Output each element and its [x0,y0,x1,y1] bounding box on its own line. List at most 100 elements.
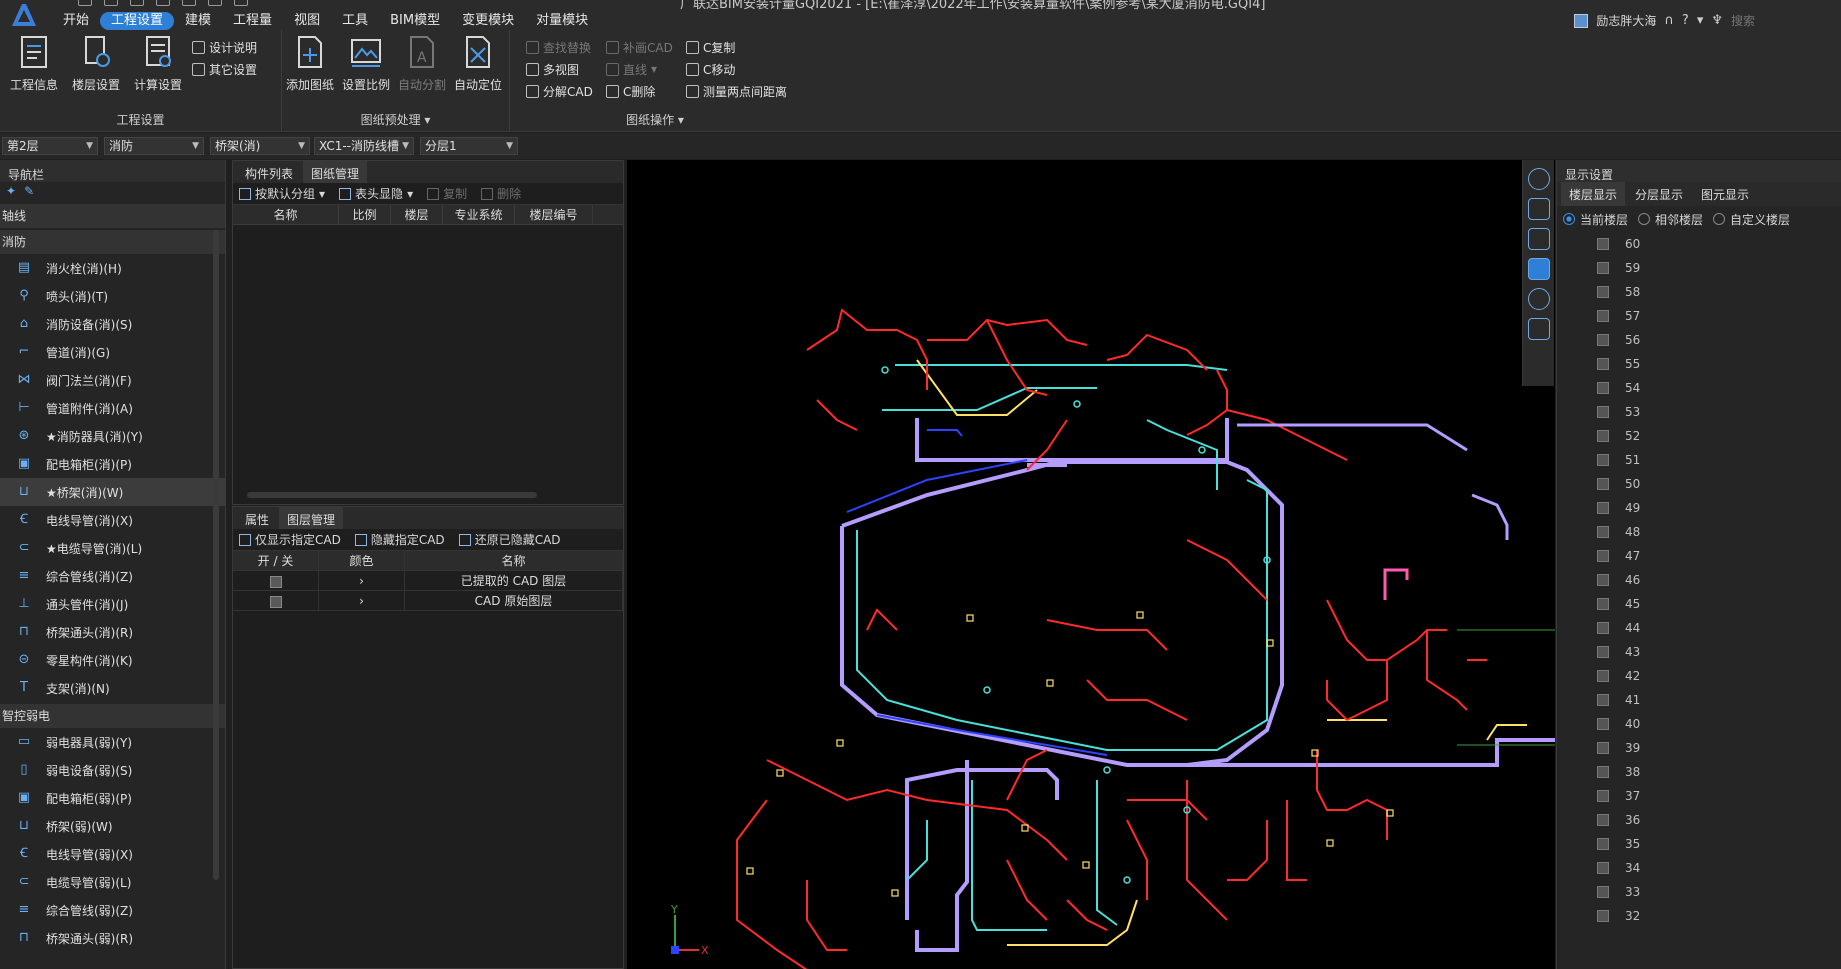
floor-row[interactable]: 53 [1597,400,1841,424]
display-radio[interactable]: 相邻楼层 [1638,211,1703,228]
nav-item[interactable]: ≡ 综合管线(消)(Z) [0,562,225,590]
floor-row[interactable]: 49 [1597,496,1841,520]
floor-row[interactable]: 46 [1597,568,1841,592]
column-header[interactable]: 专业系统 [443,205,515,224]
column-header[interactable]: 名称 [233,205,339,224]
floor-checkbox[interactable] [1597,766,1609,778]
floor-row[interactable]: 51 [1597,448,1841,472]
restore-cad-button[interactable]: 还原已隐藏CAD [458,531,561,548]
nav-item[interactable]: ▣ 配电箱柜(消)(P) [0,450,225,478]
undo-icon[interactable] [156,0,170,6]
floor-checkbox[interactable] [1597,454,1609,466]
menu-tab[interactable]: BIM模型 [379,12,451,30]
shirt-icon[interactable]: ♆ [1711,13,1723,28]
menu-tab[interactable]: 工具 [331,12,379,30]
nav-item[interactable]: ⊓ 桥架通头(弱)(R) [0,924,225,952]
cad-canvas[interactable]: B A 1 2 3000 3000 Y X [627,160,1555,969]
new-file-icon[interactable] [78,0,92,6]
export-icon[interactable] [234,0,248,6]
tab-layer-panel[interactable]: 图层管理 [279,507,344,529]
project-info-button[interactable]: 工程信息 [6,34,62,93]
column-header[interactable]: 颜色 [319,551,405,570]
floor-row[interactable]: 48 [1597,520,1841,544]
floor-row[interactable]: 47 [1597,544,1841,568]
floor-checkbox[interactable] [1597,430,1609,442]
patch-cad-button[interactable]: 补画CAD [606,38,673,56]
layer-visibility-checkbox[interactable] [269,575,282,588]
nav-item[interactable]: ▭ 弱电器具(弱)(Y) [0,728,225,756]
decompose-cad-button[interactable]: 分解CAD [526,82,593,100]
redo-icon[interactable] [182,0,196,6]
rotate-icon[interactable] [1527,288,1550,310]
floor-settings-button[interactable]: 楼层设置 [68,34,124,93]
floor-checkbox[interactable] [1597,358,1609,370]
tab-component-list[interactable]: 构件列表 [237,161,301,183]
help-icon[interactable]: ? [1682,13,1689,28]
floor-row[interactable]: 43 [1597,640,1841,664]
floor-select[interactable]: 第2层 ▼ [2,137,98,155]
nav-item[interactable]: Ꞓ 电线导管(消)(X) [0,506,225,534]
save-icon[interactable] [130,0,144,6]
nav-item[interactable]: Ꞓ 电线导管(弱)(X) [0,840,225,868]
floor-row[interactable]: 41 [1597,688,1841,712]
floor-row[interactable]: 38 [1597,760,1841,784]
nav-category[interactable]: 消防 [0,230,225,254]
report-icon[interactable] [1527,318,1550,340]
column-header[interactable]: 楼层 [391,205,443,224]
column-header[interactable]: 开 / 关 [233,551,319,570]
c-copy-button[interactable]: C复制 [686,38,735,56]
headset-icon[interactable]: ∩ [1664,13,1674,28]
floor-row[interactable]: 57 [1597,304,1841,328]
column-header[interactable]: 名称 [405,551,623,570]
horizontal-scrollbar[interactable] [247,492,537,498]
tab-display[interactable]: 图元显示 [1693,182,1757,206]
edit-icon[interactable]: ✎ [24,184,34,200]
column-header[interactable]: 比例 [339,205,391,224]
design-notes-button[interactable]: 设计说明 [192,38,257,56]
menu-tab[interactable]: 工程设置 [100,12,175,30]
layer-row[interactable]: › CAD 原始图层 [233,591,623,611]
nav-item[interactable]: ⊂ 电缆导管(弱)(L) [0,868,225,896]
floor-checkbox[interactable] [1597,670,1609,682]
nav-item[interactable]: ⋈ 阀门法兰(消)(F) [0,366,225,394]
tab-display[interactable]: 楼层显示 [1561,182,1626,206]
top-view-icon[interactable] [1527,228,1550,250]
header-toggle-button[interactable]: 表头显隐 ▾ [339,185,413,202]
floor-row[interactable]: 37 [1597,784,1841,808]
floor-row[interactable]: 39 [1597,736,1841,760]
group-by-button[interactable]: 按默认分组 ▾ [239,185,325,202]
floor-checkbox[interactable] [1597,790,1609,802]
floor-row[interactable]: 32 [1597,904,1841,928]
add-drawing-button[interactable]: 添加图纸 [282,34,338,93]
display-radio[interactable]: 当前楼层 [1563,211,1628,228]
menu-tab[interactable]: 变更模块 [451,12,525,30]
floor-checkbox[interactable] [1597,718,1609,730]
floor-row[interactable]: 45 [1597,592,1841,616]
pin-icon[interactable]: ✦ [6,184,16,200]
floor-checkbox[interactable] [1597,478,1609,490]
floor-checkbox[interactable] [1597,262,1609,274]
nav-item[interactable]: ⌐ 管道(消)(G) [0,338,225,366]
nav-item[interactable]: ▯ 弱电设备(弱)(S) [0,756,225,784]
floor-checkbox[interactable] [1597,622,1609,634]
nav-item[interactable]: ⊝ 零星构件(消)(K) [0,646,225,674]
straight-line-button[interactable]: 直线 ▾ [606,60,657,78]
avatar[interactable] [1574,13,1589,28]
floor-row[interactable]: 40 [1597,712,1841,736]
orbit-icon[interactable] [1527,168,1550,190]
nav-item[interactable]: ⊔ 桥架(弱)(W) [0,812,225,840]
floor-checkbox[interactable] [1597,502,1609,514]
nav-item[interactable]: ▣ 配电箱柜(弱)(P) [0,784,225,812]
open-file-icon[interactable] [104,0,118,6]
floor-row[interactable]: 44 [1597,616,1841,640]
other-settings-button[interactable]: 其它设置 [192,60,257,78]
display-radio[interactable]: 自定义楼层 [1713,211,1790,228]
nav-item[interactable]: ⚲ 喷头(消)(T) [0,282,225,310]
delete-button[interactable]: 删除 [481,185,521,202]
specialty-select[interactable]: 消防 ▼ [104,137,204,155]
floor-row[interactable]: 52 [1597,424,1841,448]
floor-checkbox[interactable] [1597,238,1609,250]
menu-tab[interactable]: 工程量 [222,12,283,30]
menu-tab[interactable]: 视图 [283,12,331,30]
3d-view-icon[interactable] [1527,258,1550,280]
